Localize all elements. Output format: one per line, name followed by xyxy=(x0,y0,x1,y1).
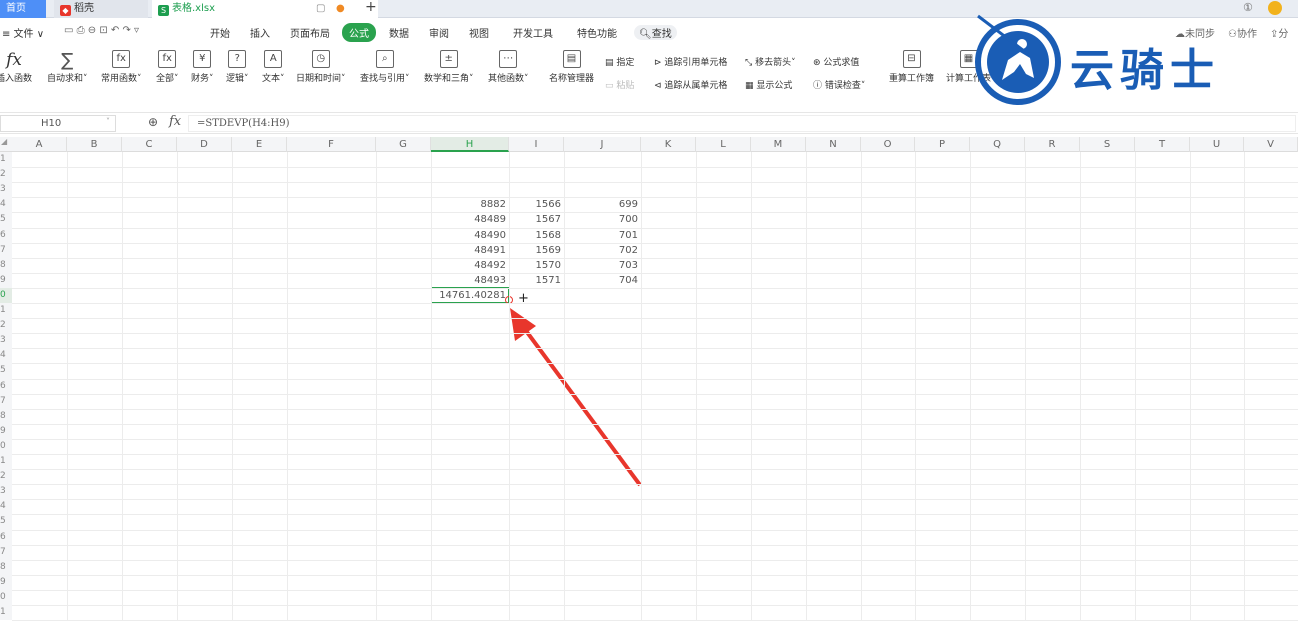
grid-line xyxy=(806,152,807,620)
grid-line xyxy=(122,152,123,620)
cell-I7[interactable]: 1569 xyxy=(509,243,564,258)
grid-line xyxy=(12,529,1298,531)
grid-line xyxy=(12,348,1298,350)
grid-line xyxy=(12,333,1298,335)
cell-H4[interactable]: 8882 xyxy=(431,197,509,212)
grid-line xyxy=(12,408,1298,410)
grid-line xyxy=(12,257,1298,259)
cell-J6[interactable]: 701 xyxy=(564,228,641,243)
cell-I4[interactable]: 1566 xyxy=(509,197,564,212)
grid-line xyxy=(177,152,178,620)
grid-line xyxy=(67,152,68,620)
grid-line xyxy=(12,605,1298,606)
grid-line xyxy=(1244,152,1245,620)
cell-I6[interactable]: 1568 xyxy=(509,228,564,243)
grid-line xyxy=(12,589,1298,591)
grid-line xyxy=(12,544,1298,546)
grid-line xyxy=(12,393,1298,395)
grid-line xyxy=(287,152,288,620)
grid-line xyxy=(861,152,862,620)
grid-line xyxy=(1135,152,1136,620)
grid-line xyxy=(12,469,1298,471)
grid-line xyxy=(12,167,1298,169)
cell-I8[interactable]: 1570 xyxy=(509,258,564,273)
grid-line xyxy=(12,484,1298,486)
annotation-arrow xyxy=(510,308,642,487)
grid-line xyxy=(12,287,1298,289)
grid-line xyxy=(970,152,971,620)
cell-H9[interactable]: 48493 xyxy=(431,273,509,288)
grid-line xyxy=(12,272,1298,274)
cell-I9[interactable]: 1571 xyxy=(509,273,564,288)
cell-I5[interactable]: 1567 xyxy=(509,212,564,227)
cell-J9[interactable]: 704 xyxy=(564,273,641,288)
grid-line xyxy=(12,227,1298,229)
cell-H7[interactable]: 48491 xyxy=(431,243,509,258)
grid-line xyxy=(1190,152,1191,620)
grid-line xyxy=(915,152,916,620)
grid-line xyxy=(12,423,1298,425)
grid-line xyxy=(12,212,1298,214)
grid-line xyxy=(12,303,1298,304)
grid-line xyxy=(12,182,1298,184)
grid-line xyxy=(12,318,1298,320)
grid-line xyxy=(12,514,1298,516)
grid-line xyxy=(696,152,697,620)
grid-line xyxy=(12,363,1298,365)
grid-line xyxy=(232,152,233,620)
grid-line xyxy=(12,438,1298,440)
cell-H8[interactable]: 48492 xyxy=(431,258,509,273)
cell-J4[interactable]: 699 xyxy=(564,197,641,212)
cell-J8[interactable]: 703 xyxy=(564,258,641,273)
cell-J5[interactable]: 700 xyxy=(564,212,641,227)
grid-line xyxy=(751,152,752,620)
grid-line xyxy=(641,152,642,620)
grid-line xyxy=(1080,152,1081,620)
grid-line xyxy=(12,574,1298,576)
grid-line xyxy=(12,454,1298,455)
cell-H10[interactable]: 14761.40281 xyxy=(431,288,509,303)
grid-line xyxy=(12,242,1298,244)
cell-H5[interactable]: 48489 xyxy=(431,212,509,227)
grid-line xyxy=(1025,152,1026,620)
grid-line xyxy=(12,197,1298,199)
cell-J7[interactable]: 702 xyxy=(564,243,641,258)
cell-H6[interactable]: 48490 xyxy=(431,228,509,243)
grid-line xyxy=(12,499,1298,501)
grid-line xyxy=(12,559,1298,561)
grid-line xyxy=(376,152,377,620)
grid-line xyxy=(12,378,1298,380)
